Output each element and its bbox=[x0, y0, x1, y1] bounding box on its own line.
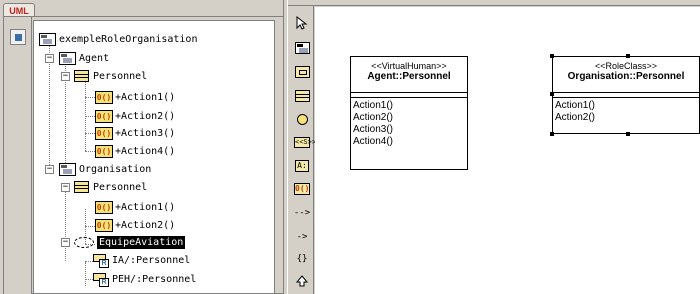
model-tree[interactable]: exempleRoleOrganisation − Agent − Person… bbox=[33, 20, 275, 294]
tree-item-label: +Action4() bbox=[115, 145, 176, 157]
association-tool-icon[interactable]: -> bbox=[293, 228, 311, 246]
tree-item-agent[interactable]: Agent bbox=[59, 48, 109, 68]
package-icon bbox=[59, 51, 76, 65]
collapse-icon[interactable]: − bbox=[45, 54, 54, 63]
tree-item-label: +Action2() bbox=[115, 110, 176, 122]
operation-icon: 0() bbox=[95, 126, 113, 140]
class-header: <<VirtualHuman>> Agent::Personnel bbox=[351, 57, 467, 93]
tree-line bbox=[85, 133, 95, 134]
tree-item-operation[interactable]: 0() +Action3() bbox=[95, 123, 175, 143]
generalization-tool-icon[interactable]: --> bbox=[293, 204, 311, 222]
dependency-tool-icon[interactable]: {} bbox=[293, 250, 311, 268]
operation-label: Action1() bbox=[555, 100, 596, 111]
uml-tab-label: UML bbox=[9, 5, 29, 16]
tree-line bbox=[85, 116, 95, 117]
package-navigator-icon[interactable] bbox=[10, 29, 26, 45]
operation-icon: 0() bbox=[95, 218, 113, 232]
tree-item-label: exempleRoleOrganisation bbox=[59, 33, 198, 45]
tree-item-label: PEH/:Personnel bbox=[112, 273, 197, 285]
operation-icon: 0() bbox=[95, 109, 113, 123]
operation-icon: 0() bbox=[95, 144, 113, 158]
tree-item-operation[interactable]: 0() +Action1() bbox=[95, 87, 175, 107]
class-icon bbox=[74, 181, 89, 193]
tree-item-role[interactable]: R IA/:Personnel bbox=[93, 250, 190, 270]
class-header: <<RoleClass>> Organisation::Personnel bbox=[553, 57, 699, 93]
operation-icon: 0() bbox=[95, 90, 113, 104]
tree-item-operation[interactable]: 0() +Action1() bbox=[95, 197, 175, 217]
tree-line bbox=[85, 226, 95, 227]
class-box-organisation-personnel[interactable]: <<RoleClass>> Organisation::Personnel Ac… bbox=[552, 56, 700, 134]
collapse-icon[interactable]: − bbox=[61, 238, 70, 247]
tree-item-label: IA/:Personnel bbox=[112, 254, 191, 266]
tree-item-label: Organisation bbox=[79, 163, 152, 175]
selection-handle[interactable] bbox=[626, 54, 630, 58]
class-icon bbox=[74, 70, 89, 82]
tree-item-label: +Action1() bbox=[115, 91, 176, 103]
operation-label: Action4() bbox=[353, 136, 394, 147]
tree-item-label: +Action2() bbox=[115, 219, 176, 231]
tree-item-label-selected: EquipeAviation bbox=[97, 235, 186, 249]
side-gutter bbox=[4, 17, 32, 294]
class-name: Agent::Personnel bbox=[367, 71, 451, 82]
selection-handle[interactable] bbox=[550, 92, 554, 96]
class-stereotype: <<VirtualHuman>> bbox=[371, 61, 447, 71]
operations-compartment: Action1() Action2() bbox=[553, 98, 699, 124]
tree-item-root[interactable]: exempleRoleOrganisation bbox=[39, 29, 197, 49]
selection-handle[interactable] bbox=[550, 132, 554, 136]
collaboration-icon bbox=[74, 236, 94, 248]
realization-tool-icon[interactable] bbox=[293, 272, 311, 290]
class-tool-icon[interactable] bbox=[293, 87, 311, 105]
operation-label: Action3() bbox=[353, 124, 394, 135]
tree-item-organisation[interactable]: Organisation bbox=[59, 159, 151, 179]
interface-tool-icon[interactable] bbox=[293, 110, 311, 128]
tree-item-label: Agent bbox=[79, 52, 110, 64]
operation-tool-icon[interactable]: 0() bbox=[293, 180, 311, 198]
tree-item-agent-personnel[interactable]: Personnel bbox=[74, 66, 147, 86]
operation-label: Action2() bbox=[353, 112, 394, 123]
operation-icon: 0() bbox=[95, 200, 113, 214]
package-icon bbox=[59, 162, 76, 176]
tree-item-collaboration[interactable]: EquipeAviation bbox=[74, 232, 186, 252]
tree-item-operation[interactable]: 0() +Action4() bbox=[95, 141, 175, 161]
tree-item-role[interactable]: R PEH/:Personnel bbox=[93, 269, 196, 289]
tree-line bbox=[65, 191, 66, 261]
tree-item-label: Personnel bbox=[93, 181, 148, 193]
operation-label: Action2() bbox=[555, 112, 596, 123]
tree-line bbox=[85, 262, 86, 286]
role-icon: R bbox=[93, 253, 110, 268]
select-pointer-icon[interactable] bbox=[293, 14, 311, 32]
package-tool-icon[interactable] bbox=[293, 39, 311, 57]
collapse-icon[interactable]: − bbox=[61, 183, 70, 192]
attribute-tool-icon[interactable]: A: bbox=[293, 157, 311, 175]
role-icon: R bbox=[93, 272, 110, 287]
collapse-icon[interactable]: − bbox=[45, 165, 54, 174]
tree-line bbox=[85, 97, 95, 98]
tree-line bbox=[85, 151, 95, 152]
uml-tab[interactable]: UML bbox=[3, 3, 35, 17]
diagram-top-edge bbox=[288, 0, 700, 6]
diagram-canvas[interactable]: <<VirtualHuman>> Agent::Personnel Action… bbox=[315, 7, 700, 294]
class-stereotype: <<RoleClass>> bbox=[594, 61, 658, 71]
subsystem-tool-icon[interactable] bbox=[293, 63, 311, 81]
package-icon bbox=[39, 32, 56, 46]
selection-handle[interactable] bbox=[626, 132, 630, 136]
diagram-toolbar: <<S>> A: 0() --> -> {} bbox=[288, 6, 316, 294]
tree-item-organisation-personnel[interactable]: Personnel bbox=[74, 177, 147, 197]
selection-handle[interactable] bbox=[550, 54, 554, 58]
class-box-agent-personnel[interactable]: <<VirtualHuman>> Agent::Personnel Action… bbox=[350, 56, 468, 170]
tree-item-label: +Action3() bbox=[115, 127, 176, 139]
stereotype-tool-icon[interactable]: <<S>> bbox=[293, 133, 316, 151]
tree-item-label: Personnel bbox=[93, 70, 148, 82]
collapse-icon[interactable]: − bbox=[61, 72, 70, 81]
operation-label: Action1() bbox=[353, 100, 394, 111]
class-name: Organisation::Personnel bbox=[567, 71, 685, 82]
operations-compartment: Action1() Action2() Action3() Action4() bbox=[351, 98, 467, 148]
tree-item-label: +Action1() bbox=[115, 201, 176, 213]
